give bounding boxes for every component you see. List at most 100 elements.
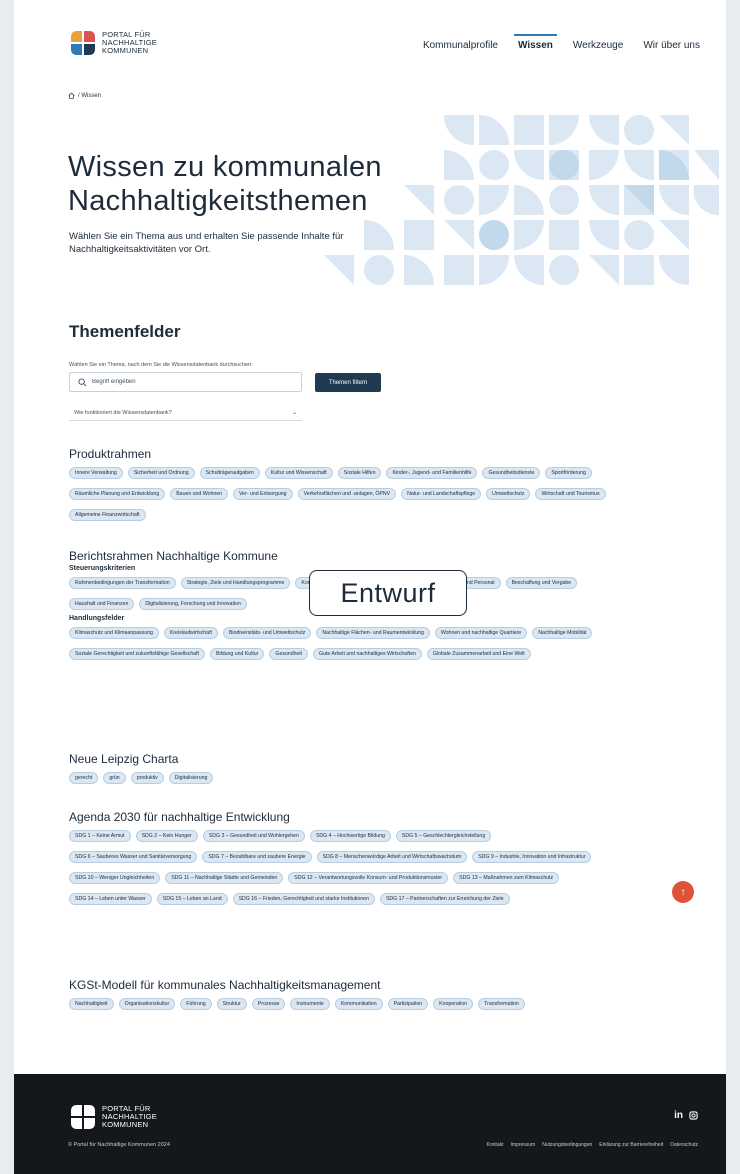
topic-chip[interactable]: gerecht bbox=[69, 772, 99, 784]
topic-chip[interactable]: Haushalt und Finanzen bbox=[69, 598, 135, 610]
topic-chip[interactable]: SDG 17 – Partnerschaften zur Erreichung … bbox=[379, 893, 510, 905]
topic-chip[interactable]: produktiv bbox=[130, 772, 164, 784]
topic-chip[interactable]: SDG 11 – Nachhaltige Städte und Gemeinde… bbox=[165, 872, 284, 884]
topic-chip[interactable]: Allgemeine Finanzwirtschaft bbox=[69, 509, 146, 521]
footer-link-nutzungsbedingungen[interactable]: Nutzungsbedingungen bbox=[542, 1142, 592, 1148]
topic-chip[interactable]: SDG 5 – Geschlechtergleichstellung bbox=[395, 830, 492, 842]
topic-chip[interactable]: Digitalisierung, Forschung und Innovatio… bbox=[139, 598, 247, 610]
topic-chip[interactable]: Gesundheit bbox=[269, 648, 308, 660]
group-agenda-2030: Agenda 2030 für nachhaltige Entwicklung … bbox=[69, 810, 629, 914]
topic-chip[interactable]: SDG 2 – Kein Hunger bbox=[135, 830, 198, 842]
topic-chip[interactable]: Gute Arbeit und nachhaltiges Wirtschafte… bbox=[312, 648, 422, 660]
filter-themes-button[interactable]: Themen filtern bbox=[315, 373, 381, 392]
topic-chip[interactable]: Nachhaltige Mobilität bbox=[532, 627, 593, 639]
topic-chip[interactable]: Verkehrsflächen und -anlagen, ÖPNV bbox=[297, 488, 397, 500]
site-header: PORTAL FÜR NACHHALTIGE KOMMUNEN Kommunal… bbox=[14, 0, 726, 80]
topic-chip[interactable]: Prozesse bbox=[251, 998, 286, 1010]
search-input[interactable] bbox=[92, 379, 282, 385]
chevron-down-icon: ⌄ bbox=[291, 410, 297, 416]
nav-item-wissen[interactable]: Wissen bbox=[513, 34, 557, 51]
footer-link-impressum[interactable]: Impressum bbox=[511, 1142, 536, 1148]
nav-item-kommunalprofile[interactable]: Kommunalprofile bbox=[423, 36, 498, 51]
topic-chip[interactable]: Sicherheit und Ordnung bbox=[127, 467, 195, 479]
group-kgst-modell: KGSt-Modell für kommunales Nachhaltigkei… bbox=[69, 978, 629, 1019]
topic-chip[interactable]: Wirtschaft und Tourismus bbox=[535, 488, 606, 500]
topic-chip[interactable]: Biodiversitäts- und Umweltschutz bbox=[222, 627, 312, 639]
topic-chip[interactable]: Beschaffung und Vergabe bbox=[505, 577, 578, 589]
knowledge-base-help-accordion[interactable]: Wie funktioniert die Wissensdatenbank? ⌄ bbox=[69, 405, 302, 421]
search-label: Wählen Sie ein Thema, nach dem Sie die W… bbox=[69, 362, 253, 368]
topic-chip[interactable]: SDG 12 – Verantwortungsvolle Konsum- und… bbox=[288, 872, 449, 884]
topic-chip[interactable]: grün bbox=[103, 772, 126, 784]
topic-chip[interactable]: Struktur bbox=[216, 998, 247, 1010]
topic-chip[interactable]: SDG 16 – Frieden, Gerechtigkeit und star… bbox=[232, 893, 375, 905]
topic-chip[interactable]: Gesundheitsdienste bbox=[482, 467, 541, 479]
nav-item-werkzeuge[interactable]: Werkzeuge bbox=[573, 36, 623, 51]
topic-chip[interactable]: Rahmenbedingungen der Transformation bbox=[69, 577, 176, 589]
footer-link-kontakt[interactable]: Kontakt bbox=[487, 1142, 504, 1148]
topic-chip[interactable]: Wohnen und nachhaltige Quartiere bbox=[434, 627, 528, 639]
topic-chip[interactable]: SDG 15 – Leben an Land bbox=[156, 893, 228, 905]
copyright: © Portal für Nachhaltige Kommunen 2024 bbox=[68, 1142, 170, 1148]
topic-chip[interactable]: Bauen und Wohnen bbox=[170, 488, 228, 500]
footer-logo[interactable]: PORTAL FÜR NACHHALTIGE KOMMUNEN bbox=[68, 1102, 157, 1132]
breadcrumb-current: / Wissen bbox=[78, 92, 102, 99]
search-box[interactable] bbox=[69, 372, 302, 392]
page-subtitle: Wählen Sie ein Thema aus und erhalten Si… bbox=[69, 231, 344, 255]
topic-chip[interactable]: SDG 13 – Maßnahmen zum Klimaschutz bbox=[453, 872, 560, 884]
topic-chip[interactable]: Soziale Gerechtigkeit und zukunftsfähige… bbox=[69, 648, 205, 660]
breadcrumb: / Wissen bbox=[68, 92, 101, 99]
topic-chip[interactable]: Kinder-, Jugend- und Familienhilfe bbox=[386, 467, 478, 479]
topic-chip[interactable]: Globale Zusammenarbeit und Eine Welt bbox=[426, 648, 531, 660]
topic-chip[interactable]: SDG 10 – Weniger Ungleichheiten bbox=[69, 872, 161, 884]
nav-item-wir-ueber-uns[interactable]: Wir über uns bbox=[643, 36, 700, 51]
topic-chip[interactable]: Transformation bbox=[478, 998, 525, 1010]
topic-chip[interactable]: Strategie, Ziele und Handlungsprogramme bbox=[180, 577, 291, 589]
footer-links: Kontakt Impressum Nutzungsbedingungen Er… bbox=[480, 1142, 698, 1148]
topic-chip[interactable]: SDG 1 – Keine Armut bbox=[69, 830, 131, 842]
main-nav: Kommunalprofile Wissen Werkzeuge Wir übe… bbox=[423, 34, 726, 51]
topic-chip[interactable]: Nachhaltigkeit bbox=[69, 998, 114, 1010]
topic-chip[interactable]: Innere Verwaltung bbox=[69, 467, 123, 479]
page-title-line-1: Wissen zu kommunalen bbox=[68, 151, 382, 183]
linkedin-icon[interactable]: in bbox=[674, 1110, 683, 1121]
topic-chip[interactable]: Organisationskultur bbox=[118, 998, 176, 1010]
section-title-themenfelder: Themenfelder bbox=[69, 322, 181, 341]
group-title: Produktrahmen bbox=[69, 447, 152, 461]
topic-chip[interactable]: Umweltschutz bbox=[486, 488, 531, 500]
topic-chip[interactable]: Kommunikation bbox=[334, 998, 383, 1010]
topic-chip[interactable]: Ver- und Entsorgung bbox=[232, 488, 293, 500]
topic-chip[interactable]: Räumliche Planung und Entwicklung bbox=[69, 488, 166, 500]
home-icon[interactable] bbox=[68, 92, 75, 99]
instagram-icon[interactable] bbox=[689, 1111, 698, 1120]
topic-chip[interactable]: Bildung und Kultur bbox=[210, 648, 265, 660]
topic-chip[interactable]: Digitalisierung bbox=[168, 772, 214, 784]
topic-chip[interactable]: Partizipation bbox=[387, 998, 429, 1010]
site-logo[interactable]: PORTAL FÜR NACHHALTIGE KOMMUNEN bbox=[68, 28, 157, 58]
topic-chip[interactable]: SDG 9 – Industrie, Innovation und Infras… bbox=[472, 851, 592, 863]
group-produktrahmen: Produktrahmen Innere Verwaltung Sicherhei… bbox=[69, 447, 629, 530]
topic-chip[interactable]: Klimaschutz und Klimaanpassung bbox=[69, 627, 159, 639]
topic-chip[interactable]: Sportförderung bbox=[545, 467, 592, 479]
topic-chip[interactable]: SDG 14 – Leben unter Wasser bbox=[69, 893, 152, 905]
topic-chip[interactable]: SDG 6 – Sauberes Wasser und Sanitärverso… bbox=[69, 851, 198, 863]
footer-link-datenschutz[interactable]: Datenschutz bbox=[670, 1142, 698, 1148]
topic-chip[interactable]: SDG 7 – Bezahlbare und saubere Energie bbox=[202, 851, 312, 863]
logo-text: PORTAL FÜR NACHHALTIGE KOMMUNEN bbox=[102, 1105, 157, 1129]
topic-chip[interactable]: Kreislaufwirtschaft bbox=[163, 627, 218, 639]
topic-chip[interactable]: Kultur und Wissenschaft bbox=[264, 467, 333, 479]
topic-chip[interactable]: SDG 4 – Hochwertige Bildung bbox=[309, 830, 391, 842]
topic-chip[interactable]: SDG 8 – Menschenwürdige Arbeit und Wirts… bbox=[316, 851, 468, 863]
footer-link-barrierefreiheit[interactable]: Erklärung zur Barrierefreiheit bbox=[599, 1142, 663, 1148]
topic-chip[interactable]: Natur- und Landschaftspflege bbox=[401, 488, 482, 500]
topic-chip[interactable]: Führung bbox=[180, 998, 212, 1010]
draft-stamp: Entwurf bbox=[309, 570, 467, 616]
scroll-to-top-button[interactable]: ↑ bbox=[672, 881, 694, 903]
topic-chip[interactable]: Instrumente bbox=[290, 998, 330, 1010]
topic-chip[interactable]: Schulträgeraufgaben bbox=[199, 467, 260, 479]
topic-chip[interactable]: Nachhaltige Flächen- und Raumentwicklung bbox=[316, 627, 430, 639]
topic-chip[interactable]: Kooperation bbox=[433, 998, 474, 1010]
topic-chip[interactable]: Soziale Hilfen bbox=[337, 467, 382, 479]
topic-chip[interactable]: SDG 3 – Gesundheit und Wohlergehen bbox=[202, 830, 305, 842]
page-title: Wissen zu kommunalen Nachhaltigkeitsthem… bbox=[68, 150, 382, 218]
